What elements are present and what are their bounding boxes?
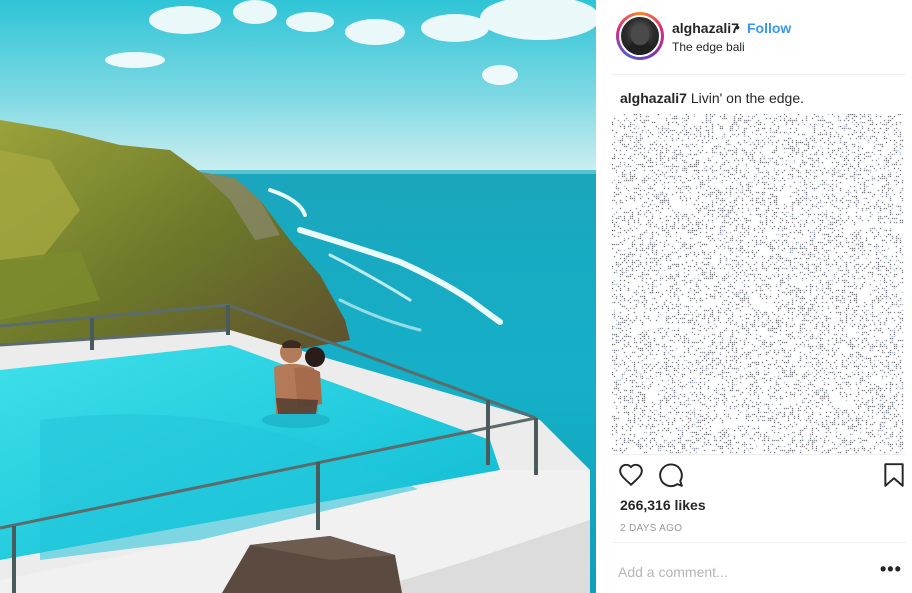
location-link[interactable]: The edge bali [672, 40, 745, 54]
divider [612, 542, 906, 543]
post-header: alghazali7 • Follow The edge bali [596, 0, 912, 74]
post-side-panel: alghazali7 • Follow The edge bali alghaz… [596, 0, 912, 593]
divider [612, 454, 906, 455]
caption: alghazali7 Livin' on the edge. [620, 90, 804, 106]
heart-icon[interactable] [618, 462, 644, 488]
divider [612, 74, 906, 75]
separator-dot: • [735, 19, 740, 35]
follow-button[interactable]: Follow [747, 20, 791, 36]
instagram-post: alghazali7 • Follow The edge bali alghaz… [0, 0, 912, 593]
add-comment-input[interactable] [618, 562, 858, 582]
caption-text: Livin' on the edge. [690, 90, 805, 106]
more-options-icon[interactable]: ••• [880, 559, 902, 580]
comment-icon[interactable] [658, 462, 684, 488]
avatar[interactable] [619, 15, 661, 57]
bookmark-icon[interactable] [883, 462, 905, 488]
author-username[interactable]: alghazali7 [672, 20, 739, 36]
likes-count[interactable]: 266,316 likes [620, 497, 706, 513]
comments-area-obscured [612, 114, 904, 454]
post-timestamp[interactable]: 2 DAYS AGO [620, 523, 682, 534]
post-photo[interactable] [0, 0, 596, 593]
caption-username[interactable]: alghazali7 [620, 90, 687, 106]
story-ring[interactable] [616, 12, 664, 60]
photo-illustration [0, 0, 596, 593]
